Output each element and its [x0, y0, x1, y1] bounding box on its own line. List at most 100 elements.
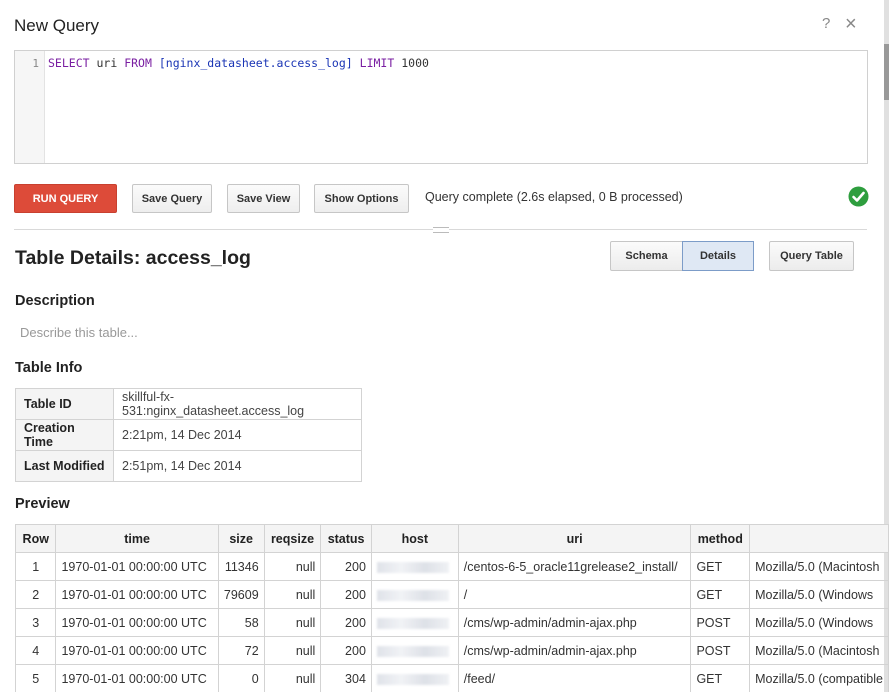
save-view-button[interactable]: Save View: [227, 184, 300, 213]
query-code[interactable]: SELECT uri FROM [nginx_datasheet.access_…: [48, 56, 429, 70]
cell-method: GET: [690, 552, 751, 581]
redacted-host: [376, 561, 449, 573]
info-key: Creation Time: [15, 419, 114, 451]
query-editor[interactable]: 1 SELECT uri FROM [nginx_datasheet.acces…: [14, 50, 868, 164]
cell-method: GET: [690, 664, 751, 692]
table-row: 5 1970-01-01 00:00:00 UTC 0 null 304 /fe…: [14, 664, 889, 692]
show-options-button[interactable]: Show Options: [314, 184, 409, 213]
cell-uri: /cms/wp-admin/admin-ajax.php: [457, 636, 692, 665]
table-row: 3 1970-01-01 00:00:00 UTC 58 null 200 /c…: [14, 608, 889, 637]
cell-row: 1: [14, 552, 57, 581]
info-value: skillful-fx-531:nginx_datasheet.access_l…: [113, 388, 362, 420]
scrollbar-thumb[interactable]: [884, 44, 889, 100]
column-header: uri: [457, 524, 692, 553]
cell-method: POST: [690, 608, 751, 637]
cell-agent: Mozilla/5.0 (Macintosh: [749, 552, 889, 581]
tab-details[interactable]: Details: [682, 241, 754, 271]
info-value: 2:21pm, 14 Dec 2014: [113, 419, 362, 451]
cell-host: [370, 580, 459, 609]
info-key: Table ID: [15, 388, 114, 420]
column-header: [749, 524, 889, 553]
info-key: Last Modified: [15, 450, 114, 482]
sql-table-ref: [nginx_datasheet.access_log]: [158, 56, 353, 70]
column-header: size: [217, 524, 265, 553]
query-table-button[interactable]: Query Table: [769, 241, 854, 271]
cell-reqsize: null: [263, 636, 322, 665]
resize-grip-icon[interactable]: [433, 227, 449, 233]
preview-header-row: Row time size reqsize status host uri me…: [14, 524, 889, 553]
cell-agent: Mozilla/5.0 (Macintosh: [749, 636, 889, 665]
cell-size: 58: [217, 608, 265, 637]
info-row: Creation Time 2:21pm, 14 Dec 2014: [15, 419, 362, 451]
save-query-button[interactable]: Save Query: [132, 184, 212, 213]
cell-size: 79609: [217, 580, 265, 609]
description-heading: Description: [15, 293, 95, 309]
column-header: method: [690, 524, 751, 553]
table-info: Table ID skillful-fx-531:nginx_datasheet…: [15, 388, 362, 482]
editor-gutter: 1: [15, 51, 45, 163]
redacted-host: [376, 673, 449, 685]
cell-status: 304: [320, 664, 372, 692]
cell-method: GET: [690, 580, 751, 609]
cell-row: 3: [14, 608, 57, 637]
cell-method: POST: [690, 636, 751, 665]
cell-host: [370, 552, 459, 581]
cell-agent: Mozilla/5.0 (compatible: [749, 664, 889, 692]
info-row: Last Modified 2:51pm, 14 Dec 2014: [15, 450, 362, 482]
column-header: status: [320, 524, 372, 553]
redacted-host: [376, 589, 449, 601]
cell-status: 200: [320, 580, 372, 609]
column-header: reqsize: [263, 524, 322, 553]
check-circle-icon: [848, 186, 869, 207]
cell-size: 11346: [217, 552, 265, 581]
cell-agent: Mozilla/5.0 (Windows: [749, 580, 889, 609]
table-info-heading: Table Info: [15, 360, 83, 376]
run-query-button[interactable]: RUN QUERY: [14, 184, 117, 213]
column-header: time: [55, 524, 219, 553]
sql-keyword: LIMIT: [359, 56, 395, 70]
cell-status: 200: [320, 608, 372, 637]
column-header: Row: [14, 524, 57, 553]
line-number: 1: [32, 57, 39, 70]
cell-time: 1970-01-01 00:00:00 UTC: [55, 608, 219, 637]
tab-schema[interactable]: Schema: [610, 241, 683, 271]
cell-host: [370, 636, 459, 665]
table-row: 4 1970-01-01 00:00:00 UTC 72 null 200 /c…: [14, 636, 889, 665]
preview-heading: Preview: [15, 496, 70, 512]
redacted-host: [376, 617, 449, 629]
cell-time: 1970-01-01 00:00:00 UTC: [55, 636, 219, 665]
sql-keyword: SELECT: [48, 56, 90, 70]
cell-row: 5: [14, 664, 57, 692]
cell-host: [370, 608, 459, 637]
cell-time: 1970-01-01 00:00:00 UTC: [55, 664, 219, 692]
cell-uri: /cms/wp-admin/admin-ajax.php: [457, 608, 692, 637]
cell-reqsize: null: [263, 552, 322, 581]
cell-size: 72: [217, 636, 265, 665]
cell-reqsize: null: [263, 580, 322, 609]
cell-time: 1970-01-01 00:00:00 UTC: [55, 552, 219, 581]
cell-row: 2: [14, 580, 57, 609]
sql-limit-value: 1000: [401, 56, 429, 70]
column-header: host: [370, 524, 459, 553]
dialog-title: New Query: [14, 16, 100, 35]
help-icon[interactable]: ?: [822, 15, 830, 32]
cell-uri: /: [457, 580, 692, 609]
cell-status: 200: [320, 636, 372, 665]
cell-uri: /centos-6-5_oracle11grelease2_install/: [457, 552, 692, 581]
sql-keyword: FROM: [124, 56, 152, 70]
cell-agent: Mozilla/5.0 (Windows: [749, 608, 889, 637]
table-row: 2 1970-01-01 00:00:00 UTC 79609 null 200…: [14, 580, 889, 609]
preview-table: Row time size reqsize status host uri me…: [14, 524, 889, 692]
info-value: 2:51pm, 14 Dec 2014: [113, 450, 362, 482]
close-icon[interactable]: ×: [845, 12, 857, 36]
cell-reqsize: null: [263, 608, 322, 637]
sql-column: uri: [96, 56, 118, 70]
redacted-host: [376, 645, 449, 657]
cell-uri: /feed/: [457, 664, 692, 692]
table-row: 1 1970-01-01 00:00:00 UTC 11346 null 200…: [14, 552, 889, 581]
cell-time: 1970-01-01 00:00:00 UTC: [55, 580, 219, 609]
query-status: Query complete (2.6s elapsed, 0 B proces…: [425, 190, 683, 204]
info-row: Table ID skillful-fx-531:nginx_datasheet…: [15, 388, 362, 420]
cell-reqsize: null: [263, 664, 322, 692]
description-field[interactable]: Describe this table...: [20, 325, 138, 340]
